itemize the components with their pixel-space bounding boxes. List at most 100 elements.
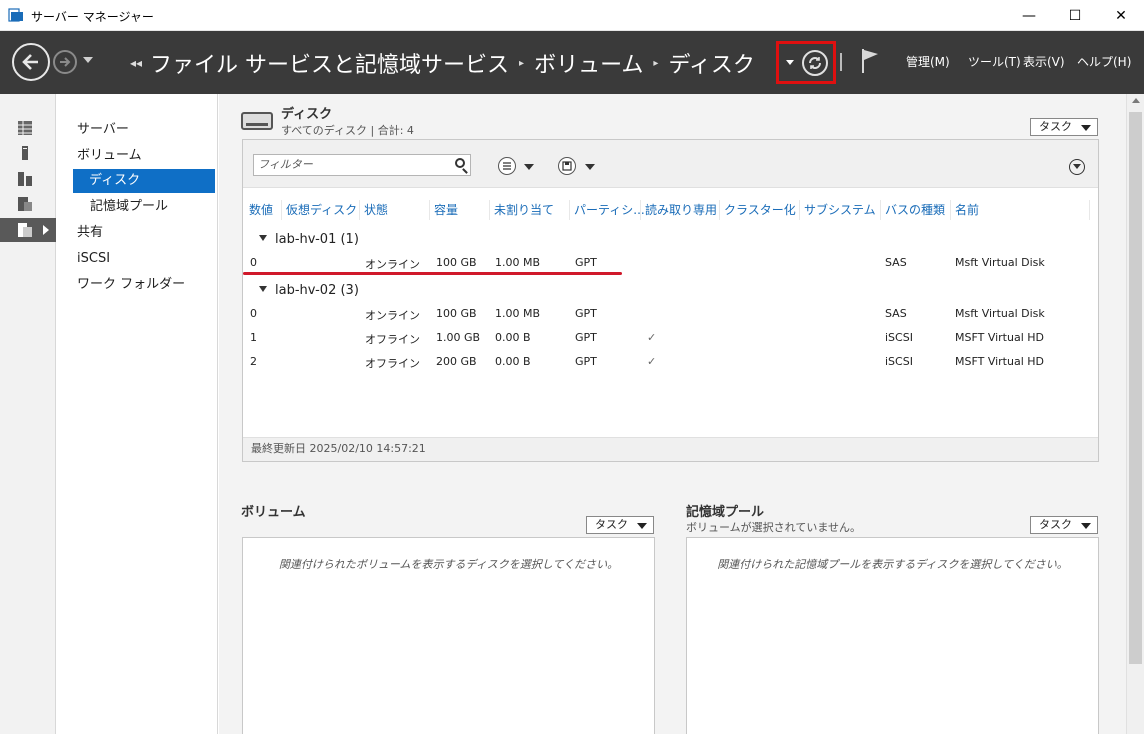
- rail-all-servers[interactable]: [0, 167, 56, 191]
- group-header[interactable]: lab-hv-01 (1): [259, 232, 359, 247]
- rail-storage-services[interactable]: [0, 218, 56, 242]
- refresh-dropdown-icon[interactable]: [786, 60, 794, 65]
- refresh-button[interactable]: [802, 50, 828, 76]
- cell-number: 0: [250, 307, 257, 320]
- cell-readonly-check-icon: ✓: [647, 331, 657, 344]
- last-updated: 最終更新日 2025/02/10 14:57:21: [243, 437, 1098, 461]
- server-icon: [22, 146, 28, 160]
- nav-item-shares[interactable]: 共有: [77, 221, 103, 245]
- forward-button[interactable]: [53, 50, 77, 74]
- group-label: lab-hv-02 (3): [275, 283, 359, 298]
- group-label: lab-hv-01 (1): [275, 232, 359, 247]
- disks-toolbar: フィルター: [243, 140, 1098, 188]
- collapse-toggle-icon[interactable]: [1069, 159, 1085, 175]
- cell-partition: GPT: [575, 331, 597, 344]
- cell-name: MSFT Virtual HD: [955, 355, 1045, 368]
- volumes-empty-message: 関連付けられたボリュームを表示するディスクを選択してください。: [278, 558, 619, 571]
- breadcrumb-lead-icon[interactable]: ◂◂: [130, 56, 142, 70]
- save-query-caret-icon[interactable]: [585, 164, 595, 170]
- col-name[interactable]: 名前: [951, 200, 1090, 220]
- cell-partition: GPT: [575, 256, 597, 269]
- col-partition[interactable]: パーティシ...: [570, 200, 645, 220]
- cell-bus-type: iSCSI: [885, 355, 913, 368]
- close-button[interactable]: ✕: [1098, 0, 1144, 31]
- rail-file-services[interactable]: [0, 192, 56, 216]
- menu-view[interactable]: 表示(V): [1023, 53, 1065, 70]
- table-row[interactable]: 1 オフライン 1.00 GB 0.00 B GPT ✓ iSCSI MSFT …: [243, 327, 1098, 349]
- volumes-task-button[interactable]: タスク: [586, 516, 654, 534]
- server-manager-icon: [8, 8, 23, 22]
- task-label: タスク: [595, 518, 628, 531]
- caret-down-icon: [1081, 523, 1091, 529]
- disks-panel: フィルター 数値 仮想ディスク 状態 容量 未割り当て パーティシ... 読み取…: [242, 139, 1099, 462]
- disks-task-button[interactable]: タスク: [1030, 118, 1098, 136]
- group-header[interactable]: lab-hv-02 (3): [259, 283, 359, 298]
- vertical-scrollbar[interactable]: [1126, 94, 1144, 734]
- forward-arrow-icon: [60, 57, 71, 67]
- table-row[interactable]: 0 オンライン 100 GB 1.00 MB GPT SAS Msft Virt…: [243, 252, 1098, 274]
- nav-item-disks[interactable]: ディスク: [73, 169, 215, 193]
- cell-status: オフライン: [365, 357, 420, 370]
- col-capacity[interactable]: 容量: [430, 200, 490, 220]
- col-subsystem[interactable]: サブシステム: [800, 200, 881, 220]
- breadcrumb-item-disks[interactable]: ディスク: [668, 47, 754, 79]
- disk-icon: [241, 112, 273, 130]
- back-arrow-icon: [22, 54, 38, 70]
- table-row[interactable]: 0 オンライン 100 GB 1.00 MB GPT SAS Msft Virt…: [243, 303, 1098, 325]
- icon-rail: [0, 94, 56, 734]
- list-options-button[interactable]: [498, 157, 516, 175]
- breadcrumb: ◂◂ ファイル サービスと記憶域サービス ▸ ボリューム ▸ ディスク: [130, 47, 755, 79]
- rail-local-server[interactable]: [0, 141, 56, 165]
- col-virtual-disk[interactable]: 仮想ディスク: [282, 200, 360, 220]
- filter-input[interactable]: フィルター: [253, 154, 471, 176]
- filter-placeholder: フィルター: [258, 158, 313, 171]
- pools-panel: 関連付けられた記憶域プールを表示するディスクを選択してください。: [686, 537, 1099, 734]
- col-readonly[interactable]: 読み取り専用: [641, 200, 720, 220]
- nav-item-iscsi[interactable]: iSCSI: [77, 247, 110, 271]
- task-label: タスク: [1039, 120, 1072, 133]
- scroll-thumb[interactable]: [1129, 112, 1142, 664]
- breadcrumb-item-file-services[interactable]: ファイル サービスと記憶域サービス: [150, 47, 509, 79]
- cell-partition: GPT: [575, 355, 597, 368]
- cell-bus-type: SAS: [885, 256, 907, 269]
- cell-unallocated: 0.00 B: [495, 331, 531, 344]
- nav-item-storage-pools[interactable]: 記憶域プール: [90, 195, 168, 219]
- col-number[interactable]: 数値: [245, 200, 282, 220]
- minimize-button[interactable]: —: [1006, 0, 1052, 31]
- breadcrumb-item-volumes[interactable]: ボリューム: [534, 47, 643, 79]
- cell-number: 1: [250, 331, 257, 344]
- cell-status: オンライン: [365, 258, 420, 271]
- maximize-button[interactable]: ☐: [1052, 0, 1098, 31]
- col-bus-type[interactable]: バスの種類: [881, 200, 951, 220]
- list-options-caret-icon[interactable]: [524, 164, 534, 170]
- col-status[interactable]: 状態: [360, 200, 430, 220]
- back-button[interactable]: [12, 43, 50, 81]
- header-bar: ◂◂ ファイル サービスと記憶域サービス ▸ ボリューム ▸ ディスク 管理(M…: [0, 31, 1144, 94]
- menu-help[interactable]: ヘルプ(H): [1077, 53, 1131, 70]
- table-row[interactable]: 2 オフライン 200 GB 0.00 B GPT ✓ iSCSI MSFT V…: [243, 351, 1098, 373]
- expand-arrow-icon: [43, 225, 49, 235]
- nav-item-servers[interactable]: サーバー: [77, 118, 129, 142]
- file-server-icon: [18, 197, 32, 211]
- cell-number: 0: [250, 256, 257, 269]
- pools-subtitle: ボリュームが選択されていません。: [686, 521, 862, 534]
- cell-number: 2: [250, 355, 257, 368]
- nav-item-volumes[interactable]: ボリューム: [77, 144, 142, 168]
- pools-title: 記憶域プール: [686, 505, 765, 520]
- disks-subtitle: すべてのディスク | 合計: 4: [281, 124, 414, 137]
- cell-name: Msft Virtual Disk: [955, 256, 1045, 269]
- cell-readonly-check-icon: ✓: [647, 355, 657, 368]
- pools-task-button[interactable]: タスク: [1030, 516, 1098, 534]
- disks-title: ディスク: [281, 107, 333, 122]
- menu-manage[interactable]: 管理(M): [906, 53, 950, 70]
- menu-tools[interactable]: ツール(T): [968, 53, 1021, 70]
- col-unallocated[interactable]: 未割り当て: [490, 200, 570, 220]
- save-query-button[interactable]: [558, 157, 576, 175]
- scroll-up-icon[interactable]: [1132, 98, 1140, 103]
- notifications-flag-icon[interactable]: [860, 48, 880, 74]
- nav-item-work-folders[interactable]: ワーク フォルダー: [77, 273, 185, 297]
- pools-empty-message: 関連付けられた記憶域プールを表示するディスクを選択してください。: [717, 558, 1068, 571]
- rail-dashboard[interactable]: [0, 116, 56, 140]
- col-clustered[interactable]: クラスター化: [720, 200, 800, 220]
- history-dropdown-icon[interactable]: [83, 57, 93, 63]
